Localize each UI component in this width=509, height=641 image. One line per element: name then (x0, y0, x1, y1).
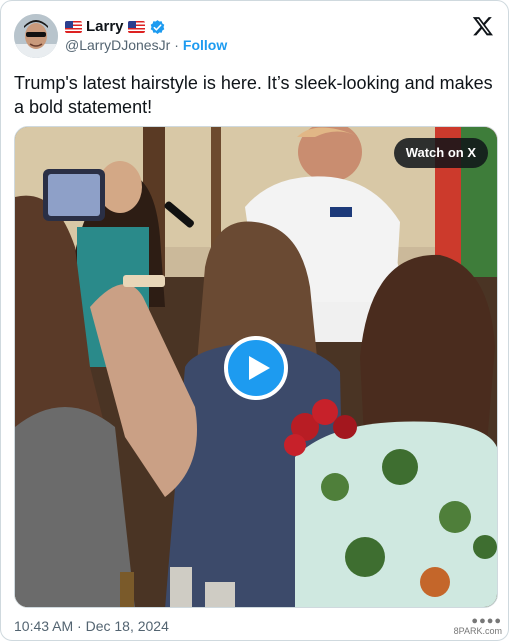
video-player[interactable]: Watch on X (14, 126, 498, 608)
verified-badge-icon (150, 19, 164, 34)
handle[interactable]: @LarryDJonesJr (65, 36, 170, 54)
tweet-text: Trump's latest hairstyle is here. It’s s… (14, 73, 493, 117)
watch-on-x-button[interactable]: Watch on X (393, 138, 488, 168)
watermark-logo-icon: ●●●● (471, 615, 502, 627)
avatar[interactable] (14, 14, 58, 58)
tweet-header: Larry @LarryDJonesJr · Follow (14, 13, 496, 59)
flag-us-icon (65, 21, 82, 33)
play-button[interactable] (224, 336, 288, 400)
play-icon (249, 356, 270, 380)
timestamp[interactable]: 10:43 AM · Dec 18, 2024 (14, 618, 169, 634)
user-info: Larry @LarryDJonesJr · Follow (65, 18, 227, 54)
follow-button[interactable]: Follow (183, 36, 227, 54)
x-logo-icon[interactable] (472, 15, 494, 37)
flag-us-icon (127, 21, 145, 33)
watermark: ●●●● 8PARK.com (453, 615, 502, 637)
handle-row: @LarryDJonesJr · Follow (65, 36, 227, 54)
tweet-card: Larry @LarryDJonesJr · Follow Trump's la… (0, 0, 509, 641)
display-name[interactable]: Larry (86, 18, 124, 36)
separator: · (174, 37, 179, 53)
watermark-text: 8PARK.com (453, 626, 502, 636)
name-row: Larry (65, 18, 227, 36)
